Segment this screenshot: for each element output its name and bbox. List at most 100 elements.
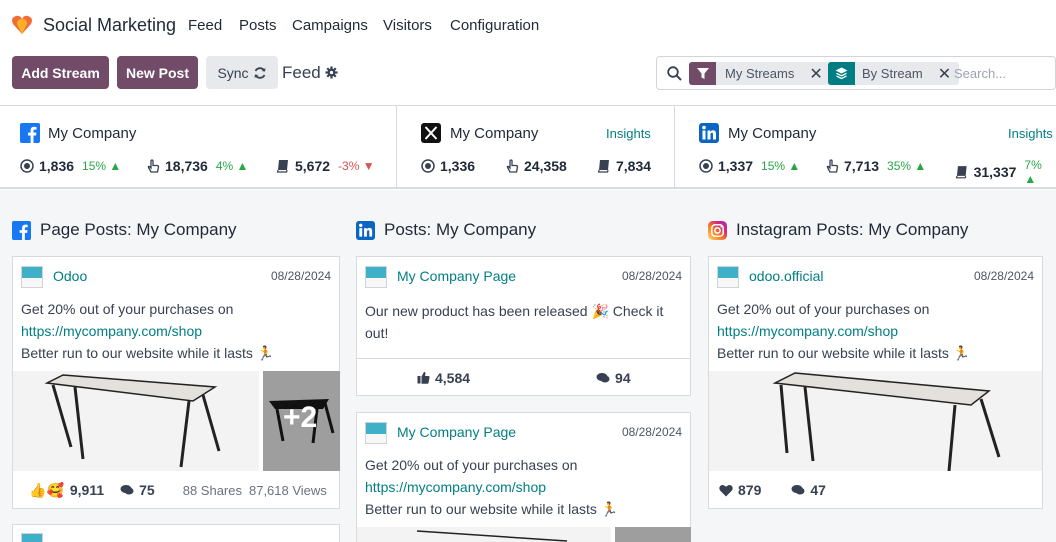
nav-campaigns[interactable]: Campaigns [292, 17, 368, 34]
post-message: Get 20% out of your purchases on https:/… [21, 301, 275, 361]
facebook-icon [12, 220, 31, 240]
nav-visitors[interactable]: Visitors [383, 17, 432, 34]
post-image[interactable] [13, 371, 259, 471]
post-image[interactable] [357, 527, 611, 542]
post-card[interactable]: odoo.official 08/28/2024 Get 20% out of … [708, 256, 1043, 509]
post-message: Get 20% out of your purchases on https:/… [717, 301, 971, 361]
more-images-thumb[interactable]: +2 [263, 371, 340, 471]
post-author[interactable]: Odoo [53, 268, 87, 284]
engagement-stat: 7,713 35% ▲ [825, 158, 926, 174]
post-header: Odoo 08/28/2024 [21, 265, 331, 289]
likes[interactable]: 4,584 [417, 370, 470, 386]
new-post-button[interactable]: New Post [117, 56, 198, 89]
account-x: My Company Insights 1,336 24,358 7,834 [396, 106, 674, 188]
post-author[interactable]: My Company Page [397, 268, 516, 284]
linkedin-icon [699, 123, 719, 143]
post-footer: 👍 🥰 9,911 75 88 Shares 87,618 Views [13, 471, 339, 509]
post-footer: 4,584 94 [357, 359, 690, 396]
gear-icon[interactable] [325, 66, 338, 79]
comments[interactable]: 94 [596, 370, 631, 386]
filter-icon [689, 62, 716, 85]
post-card[interactable] [12, 524, 340, 542]
more-images-count: +2 [283, 401, 318, 434]
post-date: 08/28/2024 [621, 269, 682, 283]
engagement-stat: 24,358 [505, 158, 567, 174]
remove-groupby-icon[interactable]: ✕ [938, 64, 951, 84]
nav-posts[interactable]: Posts [239, 17, 277, 34]
like-emoji-icon: 👍 [29, 481, 47, 498]
hand-pointer-icon [147, 159, 160, 173]
love-emoji-icon: 🥰 [46, 481, 64, 498]
engagement-trend: 35% ▲ [887, 159, 927, 173]
post-card[interactable]: My Company Page 08/28/2024 Get 20% out o… [356, 412, 691, 542]
reactions[interactable]: 👍 🥰 9,911 [29, 482, 104, 499]
search-bar[interactable]: My Streams ✕ By Stream ✕ Search... [656, 56, 1056, 90]
social-marketing-logo-icon[interactable] [11, 14, 33, 36]
account-name[interactable]: My Company [450, 125, 538, 142]
target-icon [20, 159, 34, 173]
stories-stat: 31,337 7% ▲ [955, 158, 1056, 186]
refresh-icon [254, 66, 266, 79]
book-icon [955, 166, 967, 179]
stories-trend: -3% ▼ [338, 159, 375, 173]
remove-filter-icon[interactable]: ✕ [809, 64, 822, 84]
app-name[interactable]: Social Marketing [43, 15, 176, 36]
audience-trend: 15% ▲ [761, 159, 801, 173]
comments-icon [596, 372, 610, 382]
filter-facet-label: My Streams [725, 66, 795, 81]
post-image[interactable] [709, 371, 1042, 471]
sync-label: Sync [217, 64, 249, 81]
post-link[interactable]: https://mycompany.com/shop [717, 323, 898, 339]
post-link[interactable]: https://mycompany.com/shop [21, 323, 202, 339]
post-card[interactable]: My Company Page 08/28/2024 Our new produ… [356, 256, 691, 396]
post-footer: 879 47 [709, 471, 1042, 509]
post-header: My Company Page 08/28/2024 [365, 265, 682, 289]
audience-stat: 1,337 15% ▲ [699, 158, 800, 174]
post-date: 08/28/2024 [973, 269, 1034, 283]
post-link[interactable]: https://mycompany.com/shop [365, 479, 546, 495]
comments-icon [120, 485, 134, 495]
search-icon [667, 66, 682, 81]
linkedin-icon [356, 220, 375, 240]
post-card[interactable]: Odoo 08/28/2024 Get 20% out of your purc… [12, 256, 340, 509]
search-input[interactable]: Search... [954, 66, 1006, 81]
x-twitter-icon [421, 123, 441, 143]
comments[interactable]: 75 [120, 482, 155, 498]
comments-icon [791, 485, 805, 495]
more-images-thumb[interactable] [615, 527, 691, 542]
likes[interactable]: 879 [719, 482, 761, 498]
insights-link[interactable]: Insights [1008, 126, 1053, 141]
audience-stat: 1,336 [421, 158, 475, 174]
instagram-icon [708, 220, 727, 240]
post-date: 08/28/2024 [621, 425, 682, 439]
filter-facet[interactable]: My Streams ✕ [689, 62, 831, 85]
account-name[interactable]: My Company [728, 125, 816, 142]
post-header: odoo.official 08/28/2024 [717, 265, 1034, 289]
audience-trend: 15% ▲ [82, 159, 122, 173]
hand-pointer-icon [506, 159, 519, 173]
add-stream-button[interactable]: Add Stream [12, 56, 109, 89]
stream-title: Page Posts: My Company [40, 220, 237, 239]
engagement-stat: 18,736 4% ▲ [146, 158, 248, 174]
views-count: 87,618 Views [248, 482, 327, 498]
stream-title-linkedin: Posts: My Company [356, 220, 536, 240]
stories-trend: 7% ▲ [1024, 158, 1042, 186]
account-name[interactable]: My Company [48, 125, 136, 142]
nav-configuration[interactable]: Configuration [450, 17, 539, 34]
nav-feed[interactable]: Feed [188, 17, 222, 34]
top-navbar: Social Marketing Feed Posts Campaigns Vi… [0, 0, 1056, 50]
comments[interactable]: 47 [791, 482, 826, 498]
layers-icon [828, 62, 855, 85]
insights-link[interactable]: Insights [606, 126, 651, 141]
account-facebook: My Company 1,836 15% ▲ 18,736 4% ▲ 5,672… [0, 106, 396, 188]
groupby-facet-label: By Stream [862, 66, 923, 81]
desk-image-icon [416, 530, 568, 542]
sync-button[interactable]: Sync [206, 56, 278, 89]
groupby-facet[interactable]: By Stream ✕ [828, 62, 960, 85]
stream-title-instagram: Instagram Posts: My Company [708, 220, 968, 240]
post-author[interactable]: odoo.official [749, 268, 823, 284]
stream-title-facebook: Page Posts: My Company [12, 220, 237, 240]
target-icon [421, 159, 435, 173]
stream-title: Instagram Posts: My Company [736, 220, 969, 239]
post-author[interactable]: My Company Page [397, 424, 516, 440]
